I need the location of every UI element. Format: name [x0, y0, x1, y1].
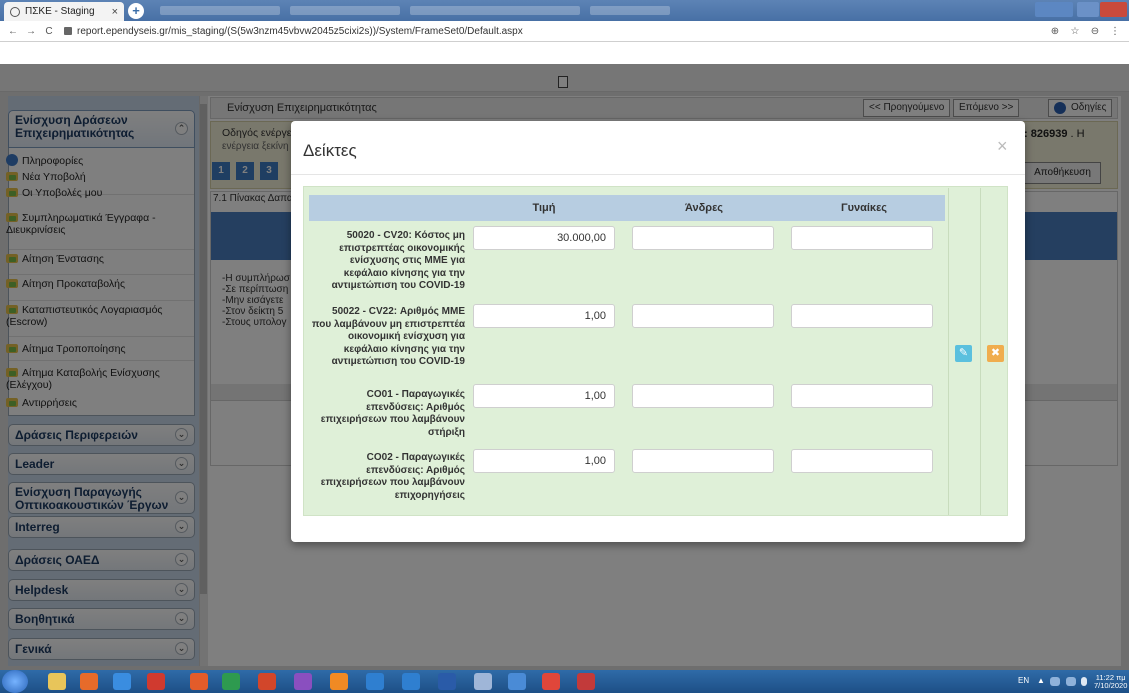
column-header-men: Άνδρες — [684, 202, 724, 214]
label-line: CO02 - Παραγωγικές — [366, 452, 465, 463]
pdf-icon[interactable] — [508, 673, 526, 690]
label-line: επιστρεπτέας οικονομικής — [339, 242, 465, 254]
label-line: κεφάλαιο κίνησης για την — [343, 267, 465, 279]
forward-icon[interactable]: → — [24, 26, 38, 37]
women-field[interactable] — [791, 449, 933, 473]
value-field[interactable]: 1,00 — [473, 449, 615, 473]
media-icon[interactable] — [80, 673, 98, 690]
indicator-label: CO01 - Παραγωγικές επενδύσεις: Αριθμός ε… — [310, 389, 465, 439]
men-field[interactable] — [632, 304, 774, 328]
label-line: 50022 - CV22: Αριθμός ΜΜΕ — [332, 306, 465, 317]
label-line: 50020 - CV20: Κόστος μη — [346, 230, 465, 241]
close-window-button[interactable] — [1100, 2, 1127, 17]
tray-arrow-icon[interactable]: ▲ — [1037, 676, 1045, 685]
powerpoint-icon[interactable] — [258, 673, 276, 690]
label-line: επιχειρήσεων που λαμβάνουν — [320, 477, 465, 488]
url-field[interactable]: report.ependyseis.gr/mis_staging/(S(5w3n… — [77, 26, 1043, 37]
women-field[interactable] — [791, 226, 933, 250]
women-field[interactable] — [791, 384, 933, 408]
tab-title: ΠΣΚΕ - Staging — [25, 6, 95, 17]
label-line: επιχειρήσεων που λαμβάνουν — [320, 414, 465, 425]
explorer-icon[interactable] — [48, 673, 66, 690]
clock[interactable]: 11:22 πμ 7/10/2020 — [1094, 674, 1127, 690]
label-line: CO01 - Παραγωγικές — [366, 389, 465, 400]
indicator-label: CO02 - Παραγωγικές επενδύσεις: Αριθμός ε… — [310, 452, 465, 502]
excel-icon[interactable] — [222, 673, 240, 690]
app-icon[interactable] — [190, 673, 208, 690]
blurred-tab[interactable] — [290, 6, 400, 15]
browser-menu-icon[interactable]: ⋮ — [1107, 26, 1123, 37]
label-line: ενίσχυσης στις ΜΜΕ για — [349, 255, 465, 266]
men-field[interactable] — [632, 226, 774, 250]
battery-icon[interactable] — [1066, 677, 1076, 686]
onenote-icon[interactable] — [294, 673, 312, 690]
start-button[interactable] — [2, 670, 28, 693]
ie-icon[interactable] — [113, 673, 131, 690]
chrome-icon[interactable] — [542, 673, 560, 690]
label-line: επενδύσεις: Αριθμός — [366, 464, 465, 476]
new-tab-button[interactable]: + — [128, 3, 144, 19]
acrobat-reader-icon[interactable] — [577, 673, 595, 690]
acrobat-icon[interactable] — [147, 673, 165, 690]
minimize-button[interactable] — [1077, 2, 1099, 17]
label-line: αντιμετώπιση του COVID-19 — [331, 356, 465, 367]
lock-icon — [64, 27, 72, 35]
column-header-value: Τιμή — [532, 202, 556, 214]
blurred-tab[interactable] — [590, 6, 670, 15]
close-icon[interactable]: × — [997, 136, 1008, 157]
blurred-tab[interactable] — [160, 6, 280, 15]
globe-icon — [10, 6, 20, 17]
value-field[interactable]: 1,00 — [473, 384, 615, 408]
divider — [980, 188, 981, 515]
bookmark-star-icon[interactable]: ☆ — [1067, 26, 1083, 37]
men-field[interactable] — [632, 449, 774, 473]
window-user-button[interactable] — [1035, 2, 1073, 17]
women-field[interactable] — [791, 304, 933, 328]
indicator-label: 50022 - CV22: Αριθμός ΜΜΕ που λαμβάνουν … — [310, 306, 465, 369]
zoom-icon[interactable]: ⊕ — [1047, 26, 1063, 37]
indicator-label: 50020 - CV20: Κόστος μη επιστρεπτέας οικ… — [310, 230, 465, 293]
label-line: επιχορηγήσεις — [394, 489, 465, 501]
app-icon[interactable] — [474, 673, 492, 690]
browser-tab-strip: ΠΣΚΕ - Staging × + — [0, 0, 1129, 21]
label-line: που λαμβάνουν μη επιστρεπτέα — [311, 318, 465, 330]
label-line: κεφάλαιο κίνησης για την — [343, 343, 465, 355]
clock-date: 7/10/2020 — [1094, 681, 1128, 690]
tab-close-icon[interactable]: × — [112, 6, 118, 18]
column-header-women: Γυναίκες — [840, 202, 888, 214]
label-line: αντιμετώπιση του COVID-19 — [331, 280, 465, 291]
delete-icon[interactable]: ✖ — [987, 345, 1004, 362]
label-line: επενδύσεις: Αριθμός — [366, 401, 465, 413]
word-icon[interactable] — [438, 673, 456, 690]
account-icon[interactable]: ⊖ — [1087, 26, 1103, 37]
men-field[interactable] — [632, 384, 774, 408]
blurred-tab[interactable] — [410, 6, 580, 15]
label-line: οικονομική ενίσχυση για — [348, 331, 465, 342]
value-field[interactable]: 1,00 — [473, 304, 615, 328]
value-field[interactable]: 30.000,00 — [473, 226, 615, 250]
back-icon[interactable]: ← — [6, 26, 20, 37]
address-bar: ← → C report.ependyseis.gr/mis_staging/(… — [0, 21, 1129, 42]
modal-title: Δείκτες — [303, 141, 357, 160]
edit-icon[interactable]: ✎ — [955, 345, 972, 362]
volume-icon[interactable] — [1081, 677, 1087, 686]
network-icon[interactable] — [1050, 677, 1060, 686]
modal-divider — [291, 174, 1025, 175]
browser-tab[interactable]: ΠΣΚΕ - Staging × — [4, 2, 124, 21]
windows-taskbar — [0, 670, 1129, 693]
reload-icon[interactable]: C — [42, 26, 56, 37]
firefox-icon[interactable] — [330, 673, 348, 690]
outlook-icon[interactable] — [366, 673, 384, 690]
divider — [948, 188, 949, 515]
language-indicator[interactable]: EN — [1018, 676, 1029, 685]
outlook-icon[interactable] — [402, 673, 420, 690]
page-top-area — [0, 42, 1129, 64]
label-line: στήριξη — [428, 426, 465, 438]
